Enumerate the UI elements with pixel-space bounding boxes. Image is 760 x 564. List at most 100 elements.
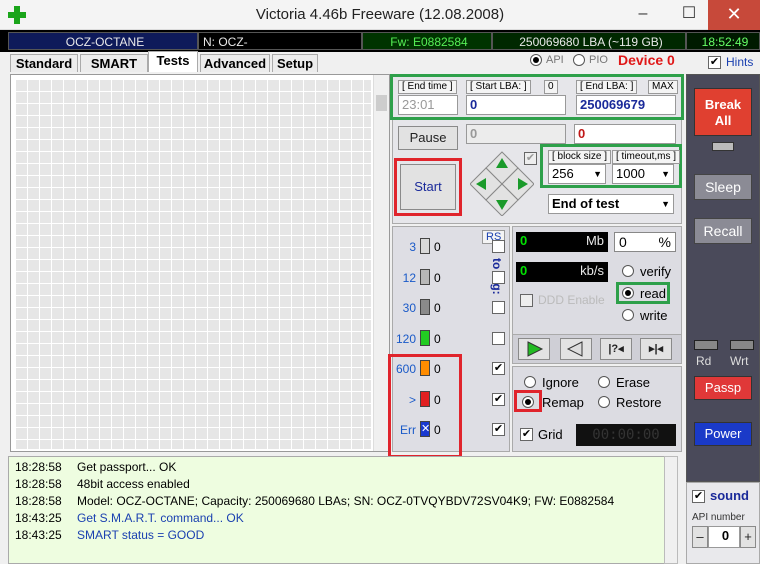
log-scrollbar[interactable] [664,456,678,564]
log-line: 18:28:58 48bit access enabled [9,476,677,493]
tab-advanced[interactable]: Advanced [200,54,270,72]
clock: 18:52:49 [686,32,760,50]
api-number-input[interactable]: 0 [708,526,740,548]
sound-checkbox[interactable]: ✔ [692,490,705,503]
restore-label: Restore [616,395,662,410]
end-time-input[interactable]: 23:01 [398,95,458,115]
minimize-button[interactable]: – [620,0,666,30]
start-button[interactable]: Start [400,164,456,210]
log-time: 18:28:58 [15,494,62,508]
mb-display: 0 Mb [516,232,608,252]
legend-color-swatch [420,330,430,346]
remap-radio[interactable] [522,396,534,411]
write-radio[interactable] [622,309,634,324]
speed-unit: kb/s [580,263,604,278]
erase-label: Erase [616,375,650,390]
start-lba-input[interactable]: 0 [466,95,566,115]
percent-unit: % [658,234,671,250]
log-message: Model: OCZ-OCTANE; Capacity: 250069680 L… [77,494,615,508]
read-label: read [640,286,667,301]
restore-radio[interactable] [598,396,610,411]
log-checkbox[interactable]: ✔ [492,393,505,406]
passp-button[interactable]: Passp [694,376,752,400]
title-bar: Victoria 4.46b Freeware (12.08.2008) – ☐… [0,0,760,30]
ddd-enable-checkbox[interactable] [520,294,533,307]
pio-radio[interactable] [573,54,585,69]
log-lines: 18:28:58 Get passport... OK 18:28:58 48bit … [9,457,677,544]
block-size-value: 256 [552,166,574,181]
legend-color-swatch [420,299,430,315]
erase-radio-dot [598,376,610,388]
close-button[interactable]: ✕ [708,0,760,30]
legend-count: 0 [434,301,441,315]
remap-radio-dot [522,396,534,408]
hints-checkbox[interactable]: ✔ [708,56,721,69]
erase-radio[interactable] [598,376,610,391]
recall-button[interactable]: Recall [694,218,752,244]
tab-tests[interactable]: Tests [148,51,198,72]
end-lba-input[interactable]: 250069679 [576,95,676,115]
legend-count: 0 [434,240,441,254]
api-label: API [546,54,564,66]
api-radio-dot [530,54,542,66]
write-radio-dot [622,309,634,321]
log-checkbox[interactable] [492,271,505,284]
log-time: 18:28:58 [15,477,62,491]
pio-radio-dot [573,54,585,66]
log-message: Get S.M.A.R.T. command... OK [77,511,244,525]
tab-smart[interactable]: SMART [80,54,148,72]
mb-value: 0 [520,233,528,248]
mb-unit: Mb [585,233,604,248]
timeout-select[interactable]: 1000 ▼ [612,164,674,184]
grid-scrollbar[interactable] [373,75,389,451]
drive-model: OCZ-OCTANE [8,32,198,50]
scrollbar-thumb[interactable] [376,95,387,111]
log-panel: 18:28:58 Get passport... OK 18:28:58 48bit … [8,456,678,564]
start-lba-zero[interactable]: 0 [544,80,558,94]
log-checkbox[interactable]: ✔ [492,362,505,375]
grid-label: Grid [538,427,563,442]
api-radio[interactable] [530,54,542,69]
read-radio[interactable] [622,287,634,302]
api-number-decrement[interactable]: – [692,526,708,548]
power-button[interactable]: Power [694,422,752,446]
log-checkbox[interactable]: ✔ [492,423,505,436]
grid-checkbox[interactable]: ✔ [520,428,533,441]
ignore-label: Ignore [542,375,579,390]
ddd-enable-label: DDD Enable [538,293,605,307]
log-checkbox[interactable] [492,301,505,314]
block-size-select[interactable]: 256 ▼ [548,164,606,184]
skip-end-button[interactable]: ▸|◂ [640,338,672,360]
verify-radio[interactable] [622,265,634,280]
speed-display: 0 kb/s [516,262,608,282]
max-button[interactable]: MAX [648,80,678,94]
back-button[interactable] [560,338,592,360]
elapsed-timer: 00:00:00 [576,424,676,446]
log-time: 18:28:58 [15,460,62,474]
end-action-select[interactable]: End of test ▼ [548,194,674,214]
skip-back-button[interactable]: |?◂ [600,338,632,360]
legend-label: 3 [409,240,416,254]
log-time: 18:43:25 [15,511,62,525]
play-button[interactable] [518,338,550,360]
log-line: 18:43:25 SMART status = GOOD [9,527,677,544]
end-action-value: End of test [552,196,620,211]
device-label[interactable]: Device 0 [618,52,675,68]
log-checkbox[interactable] [492,332,505,345]
api-number-increment[interactable]: + [740,526,756,548]
skip-back-icon: |?◂ [608,343,624,355]
tab-standard[interactable]: Standard [10,54,78,72]
maximize-button[interactable]: ☐ [666,0,712,30]
direction-checkbox[interactable]: ✔ [524,152,537,165]
rd-indicator [694,340,718,350]
tab-setup[interactable]: Setup [272,54,318,72]
drive-serial: N: OCZ-0TVQYBDV72SV04K [198,32,362,67]
timeout-value: 1000 [616,166,645,181]
break-all-button[interactable]: Break All [694,88,752,136]
skip-end-icon: ▸|◂ [648,343,664,355]
break-indicator [712,142,734,151]
pause-button[interactable]: Pause [398,126,458,150]
log-checkbox[interactable] [492,240,505,253]
sleep-button[interactable]: Sleep [694,174,752,200]
ignore-radio[interactable] [524,376,536,391]
